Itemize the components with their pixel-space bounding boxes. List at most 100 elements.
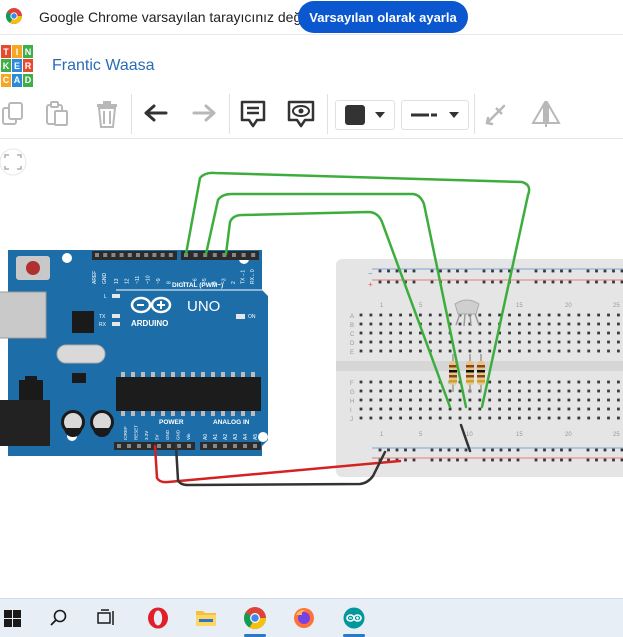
breadboard-hole [438, 313, 442, 317]
rail-hole [551, 269, 555, 273]
breadboard-hole [547, 349, 551, 353]
chrome-taskbar-icon[interactable] [243, 606, 267, 630]
task-view-icon[interactable] [96, 606, 118, 630]
digital-pin-label: 12 [125, 278, 131, 284]
breadboard-hole [399, 407, 402, 411]
breadboard-hole [557, 416, 561, 420]
file-explorer-icon[interactable] [194, 606, 218, 630]
breadboard-hole [567, 322, 571, 326]
logo-letter: N [23, 45, 33, 58]
power-pin-label: Vin [186, 433, 191, 440]
pin-hole [243, 444, 247, 448]
paste-icon[interactable] [44, 100, 70, 128]
arduino-uno-board[interactable]: AREF GND 13 12 ~11 ~10 ~9 8 7 ~6 ~5 4 ~3 2 TX→1 RX←0 … [0, 250, 268, 456]
pin-hole [95, 253, 99, 257]
breadboard-hole [488, 313, 492, 317]
rail-hole [543, 280, 546, 284]
arduino-ide-icon[interactable] [342, 606, 366, 630]
mirror-icon[interactable] [530, 100, 562, 128]
rail-hole [551, 280, 555, 284]
toggle-notes-icon[interactable] [286, 100, 316, 128]
project-title[interactable]: Frantic Waasa [52, 57, 155, 75]
breadboard-hole [409, 322, 412, 326]
breadboard-hole [537, 407, 541, 411]
breadboard-hole [607, 416, 610, 420]
toolbar-separator [327, 94, 328, 134]
windows-start-icon[interactable] [2, 606, 22, 630]
circuit-drawing[interactable]: A B C D E F G H I J 1 5 10 15 20 25 1 5 … [0, 139, 623, 598]
breadboard-hole [518, 313, 521, 317]
breadboard-hole [478, 331, 482, 335]
breadboard-hole [399, 380, 402, 384]
breadboard-hole [448, 313, 452, 317]
breadboard-hole [607, 340, 610, 344]
power-pin-label: 5V [155, 434, 160, 440]
rail-hole [378, 269, 382, 273]
pin-hole [127, 444, 131, 448]
rail-hole [395, 269, 399, 273]
row-letter: G [350, 390, 355, 396]
breadboard-hole [458, 389, 462, 393]
breadboard-hole [607, 380, 610, 384]
line-style[interactable] [401, 100, 469, 130]
fit-view-icon[interactable] [0, 148, 27, 176]
opera-icon[interactable] [146, 606, 170, 630]
breadboard-hole [607, 349, 610, 353]
chevron-down-icon [375, 112, 385, 118]
breadboard-hole [587, 322, 591, 326]
breadboard-hole [369, 407, 373, 411]
delete-icon[interactable] [93, 100, 121, 128]
breadboard-hole [518, 407, 521, 411]
analog-pin-label: A4 [243, 434, 249, 440]
breadboard-hole [428, 407, 432, 411]
breadboard-hole [438, 331, 442, 335]
pin-hole [168, 253, 173, 257]
breadboard-hole [518, 416, 521, 420]
color-swatch[interactable] [335, 100, 395, 130]
tinkercad-logo[interactable]: TINKERCAD [0, 45, 34, 87]
rail-hole [447, 448, 451, 452]
rail-hole [491, 269, 494, 273]
undo-icon[interactable] [142, 100, 170, 128]
copy-icon[interactable] [0, 100, 26, 128]
rail-hole [491, 280, 494, 284]
rail-hole [499, 458, 503, 462]
rail-hole [482, 458, 486, 462]
pin-hole [253, 444, 257, 448]
breadboard-hole [359, 380, 363, 384]
rail-hole [447, 269, 451, 273]
rail-hole [404, 458, 407, 462]
breadboard-hole [508, 416, 511, 420]
search-icon[interactable] [48, 606, 70, 630]
breadboard-hole [488, 322, 492, 326]
breadboard-hole [518, 340, 521, 344]
breadboard-hole [537, 331, 541, 335]
brand-label: ARDUINO [131, 319, 168, 328]
rail-hole [412, 458, 416, 462]
breadboard-hole [498, 407, 501, 411]
rail-hole [456, 448, 459, 452]
rail-hole [560, 458, 563, 462]
circuit-canvas[interactable]: A B C D E F G H I J 1 5 10 15 20 25 1 5 … [0, 139, 623, 598]
firefox-icon[interactable] [292, 606, 316, 630]
notes-icon[interactable] [239, 100, 267, 128]
pin-hole [127, 253, 132, 257]
breadboard-hole [557, 313, 561, 317]
breadboard-hole [577, 322, 581, 326]
breadboard-hole [478, 398, 482, 402]
breadboard-hole [438, 416, 442, 420]
rail-hole [464, 280, 468, 284]
breadboard-hole [359, 349, 363, 353]
breadboard-hole [379, 340, 383, 344]
rail-hole [464, 448, 468, 452]
breadboard-hole [587, 313, 591, 317]
breadboard-hole [458, 322, 462, 326]
set-default-button[interactable]: Varsayılan olarak ayarla [298, 1, 468, 33]
breadboard-hole [617, 313, 620, 317]
redo-icon[interactable] [190, 100, 218, 128]
breadboard-hole [547, 398, 551, 402]
flip-tool-icon[interactable] [483, 100, 509, 128]
chrome-logo-icon [6, 8, 22, 24]
rail-hole [508, 458, 511, 462]
breadboard-hole [369, 340, 373, 344]
